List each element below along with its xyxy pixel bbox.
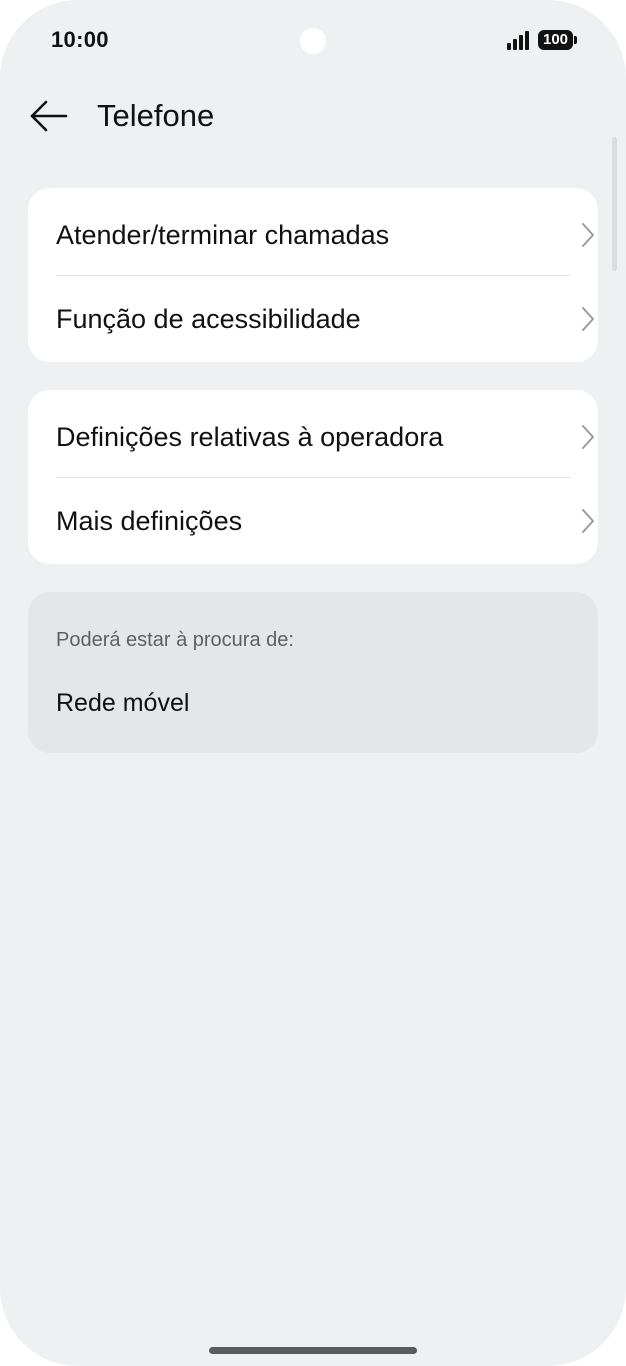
- row-label: Função de acessibilidade: [56, 304, 361, 334]
- chevron-right-icon: [582, 425, 594, 449]
- row-accessibility[interactable]: Função de acessibilidade: [28, 276, 598, 362]
- chevron-right-icon: [582, 223, 594, 247]
- row-more-settings[interactable]: Mais definições: [28, 478, 598, 564]
- home-indicator[interactable]: [209, 1347, 417, 1354]
- chevron-right-icon: [582, 307, 594, 331]
- settings-card-calls: Atender/terminar chamadas Função de aces…: [28, 188, 598, 362]
- front-camera: [300, 28, 326, 54]
- status-time: 10:00: [51, 27, 109, 52]
- arrow-left-icon: [30, 100, 68, 132]
- row-label: Atender/terminar chamadas: [56, 220, 390, 250]
- signal-icon: [507, 31, 529, 50]
- battery-tip: [574, 36, 577, 44]
- row-answer-end-calls[interactable]: Atender/terminar chamadas: [28, 192, 598, 278]
- suggestions-card: Poderá estar à procura de: Rede móvel: [28, 592, 598, 753]
- phone-screen: 10:00 100 Telefone Atender/terminar cham…: [0, 0, 626, 1366]
- settings-card-carrier: Definições relativas à operadora Mais de…: [28, 390, 598, 564]
- back-button[interactable]: [26, 96, 72, 136]
- row-carrier-settings[interactable]: Definições relativas à operadora: [28, 394, 598, 480]
- scrollbar[interactable]: [612, 137, 617, 271]
- page-title: Telefone: [97, 98, 215, 133]
- suggestion-mobile-network[interactable]: Rede móvel: [56, 689, 189, 718]
- row-label: Mais definições: [56, 506, 243, 536]
- battery-icon: 100: [538, 30, 573, 50]
- chevron-right-icon: [582, 509, 594, 533]
- row-label: Definições relativas à operadora: [56, 422, 444, 452]
- suggestions-heading: Poderá estar à procura de:: [56, 629, 294, 651]
